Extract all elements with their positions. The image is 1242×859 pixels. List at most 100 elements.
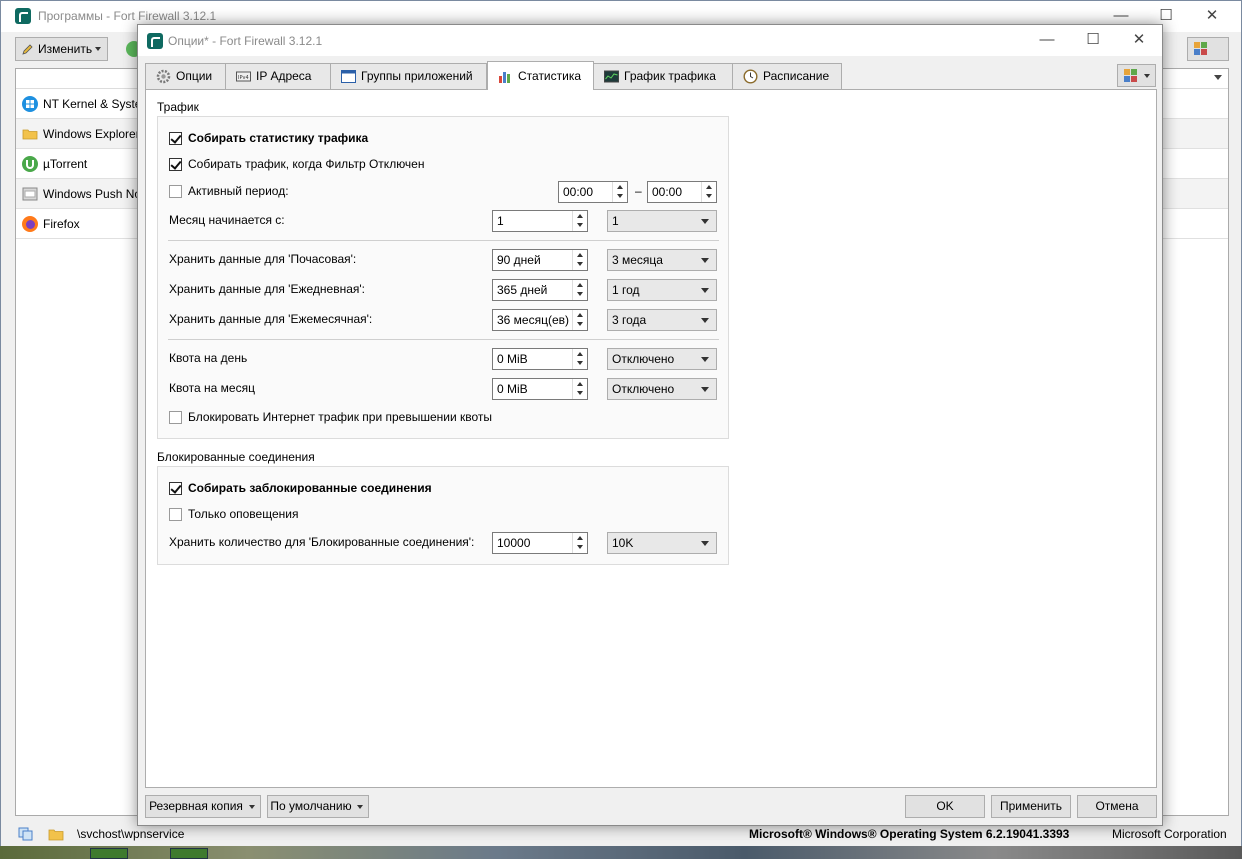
dialog-maximize-button[interactable]: ☐ <box>1070 29 1116 53</box>
cancel-button-label: Отмена <box>1095 799 1139 813</box>
spin-buttons[interactable] <box>572 349 587 369</box>
collect-blocked-checkbox[interactable] <box>169 482 182 495</box>
ok-button[interactable]: OK <box>905 795 985 818</box>
spin-buttons[interactable] <box>572 533 587 553</box>
folder-icon[interactable] <box>48 827 64 841</box>
service-icon <box>22 187 38 201</box>
quota-month-combo-value: Отключено <box>612 382 675 396</box>
spin-buttons[interactable] <box>612 182 627 202</box>
desktop-shortcut-icon[interactable] <box>90 848 128 859</box>
program-name: Windows Explorer <box>43 127 140 141</box>
active-period-checkbox[interactable] <box>169 185 182 198</box>
spin-buttons[interactable] <box>572 310 587 330</box>
month-start-spinbox[interactable]: 1 <box>492 210 588 232</box>
quota-month-combo[interactable]: Отключено <box>607 378 717 400</box>
spin-buttons[interactable] <box>701 182 716 202</box>
spin-buttons[interactable] <box>572 379 587 399</box>
keep-monthly-combo[interactable]: 3 года <box>607 309 717 331</box>
month-start-value: 1 <box>497 214 504 228</box>
tab-schedule[interactable]: Расписание <box>732 63 842 89</box>
apply-button[interactable]: Применить <box>991 795 1071 818</box>
edit-button[interactable]: Изменить <box>15 37 109 61</box>
period-from-time[interactable]: 00:00 <box>558 181 628 203</box>
tab-label: Опции <box>176 69 213 83</box>
separator <box>168 339 719 340</box>
cancel-button[interactable]: Отмена <box>1077 795 1157 818</box>
block-on-quota-checkbox[interactable] <box>169 411 182 424</box>
svg-text:IPv4: IPv4 <box>238 75 249 81</box>
month-start-combo[interactable]: 1 <box>607 210 717 232</box>
keep-count-label: Хранить количество для 'Блокированные со… <box>169 535 475 549</box>
block-on-quota-label: Блокировать Интернет трафик при превышен… <box>188 410 493 424</box>
month-start-label: Месяц начинается с: <box>169 213 285 227</box>
keep-monthly-combo-value: 3 года <box>612 313 647 327</box>
keep-monthly-value: 36 месяц(ев) <box>497 313 570 327</box>
period-dash: – <box>635 184 642 198</box>
keep-count-value: 10000 <box>497 536 531 550</box>
gear-icon <box>156 69 171 84</box>
backup-button-label: Резервная копия <box>149 799 243 813</box>
utorrent-icon <box>22 156 38 172</box>
period-to-time[interactable]: 00:00 <box>647 181 717 203</box>
backup-button[interactable]: Резервная копия <box>145 795 261 818</box>
fort-firewall-icon <box>15 8 31 24</box>
tab-options[interactable]: Опции <box>145 63 226 89</box>
quota-day-combo[interactable]: Отключено <box>607 348 717 370</box>
dialog-title-bar: Опции* - Fort Firewall 3.12.1 — ☐ ✕ <box>138 25 1162 56</box>
keep-hourly-label: Хранить данные для 'Почасовая': <box>169 252 357 266</box>
keep-daily-combo-value: 1 год <box>612 283 640 297</box>
keep-daily-spinbox[interactable]: 365 дней <box>492 279 588 301</box>
tab-label: График трафика <box>624 69 716 83</box>
tab-label: Расписание <box>763 69 830 83</box>
tab-label: Группы приложений <box>361 69 473 83</box>
tab-statistics[interactable]: Статистика <box>487 61 594 90</box>
close-button[interactable]: ✕ <box>1189 5 1235 29</box>
keep-daily-label: Хранить данные для 'Ежедневная': <box>169 282 365 296</box>
quota-month-label: Квота на месяц <box>169 381 255 395</box>
statistics-page: Трафик Собирать статистику трафика Собир… <box>145 89 1157 788</box>
chart-icon <box>499 72 510 83</box>
keep-count-spinbox[interactable]: 10000 <box>492 532 588 554</box>
alerts-only-checkbox[interactable] <box>169 508 182 521</box>
quota-day-spinbox[interactable]: 0 MiB <box>492 348 588 370</box>
blocked-group-title: Блокированные соединения <box>157 450 315 464</box>
collect-stats-label: Собирать статистику трафика <box>188 131 369 145</box>
view-layout-button[interactable] <box>1187 37 1229 73</box>
firefox-icon <box>22 216 38 232</box>
period-to-value: 00:00 <box>652 185 683 199</box>
tab-app-groups[interactable]: Группы приложений <box>330 63 487 89</box>
month-start-combo-value: 1 <box>612 214 619 228</box>
collect-stats-checkbox[interactable] <box>169 132 182 145</box>
blocked-group: Собирать заблокированные соединения Толь… <box>157 466 729 565</box>
keep-count-combo[interactable]: 10K <box>607 532 717 554</box>
keep-monthly-spinbox[interactable]: 36 месяц(ев) <box>492 309 588 331</box>
defaults-button[interactable]: По умолчанию <box>267 795 369 818</box>
apply-button-label: Применить <box>999 799 1062 813</box>
keep-hourly-combo[interactable]: 3 месяца <box>607 249 717 271</box>
layout-icon <box>1194 42 1207 55</box>
copy-icon[interactable] <box>18 827 34 841</box>
program-name: µTorrent <box>43 157 88 171</box>
spin-buttons[interactable] <box>572 211 587 231</box>
quota-month-spinbox[interactable]: 0 MiB <box>492 378 588 400</box>
dialog-layout-button[interactable] <box>1117 64 1156 87</box>
clock-icon <box>743 69 758 84</box>
spin-buttons[interactable] <box>572 250 587 270</box>
keep-hourly-value: 90 дней <box>497 253 541 267</box>
tab-ip-addresses[interactable]: IPv4 IP Адреса <box>225 63 331 89</box>
graph-icon <box>604 70 619 83</box>
spin-buttons[interactable] <box>572 280 587 300</box>
collect-blocked-label: Собирать заблокированные соединения <box>188 481 432 495</box>
ip-icon: IPv4 <box>236 71 251 82</box>
quota-day-label: Квота на день <box>169 351 248 365</box>
keep-hourly-spinbox[interactable]: 90 дней <box>492 249 588 271</box>
collect-when-off-checkbox[interactable] <box>169 158 182 171</box>
desktop-shortcut-icon[interactable] <box>170 848 208 859</box>
tab-traffic-graph[interactable]: График трафика <box>593 63 733 89</box>
layout-icon <box>1124 69 1137 82</box>
dialog-minimize-button[interactable]: — <box>1024 29 1070 53</box>
header-dropdown-icon[interactable] <box>1214 75 1222 80</box>
dialog-close-button[interactable]: ✕ <box>1116 29 1162 53</box>
keep-daily-combo[interactable]: 1 год <box>607 279 717 301</box>
keep-count-combo-value: 10K <box>612 536 634 550</box>
